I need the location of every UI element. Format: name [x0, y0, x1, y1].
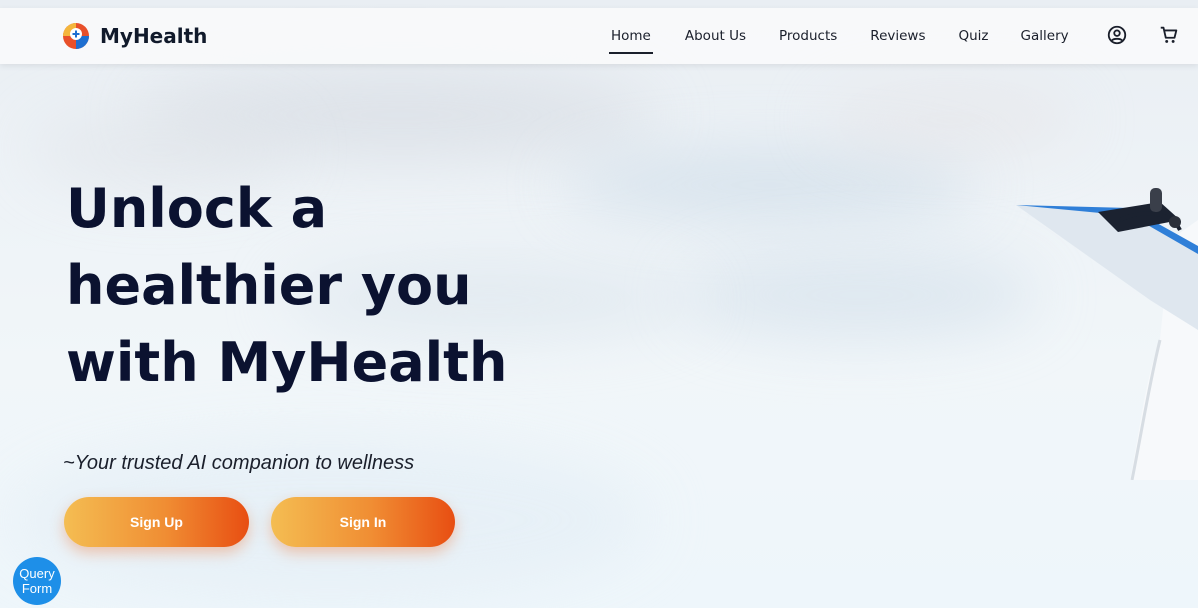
nav-products[interactable]: Products	[779, 22, 837, 50]
hero-title-line: healthier you	[66, 254, 472, 317]
nav-quiz[interactable]: Quiz	[959, 22, 989, 50]
hero-title-line: Unlock a	[66, 177, 328, 240]
top-navbar: MyHealth Home About Us Products Reviews …	[0, 8, 1198, 64]
nav-about-us[interactable]: About Us	[685, 22, 746, 50]
shopping-cart-icon[interactable]	[1158, 24, 1180, 46]
landing-page: MyHealth Home About Us Products Reviews …	[0, 0, 1198, 608]
doctor-clipboard-illustration	[1016, 188, 1198, 480]
hero-tagline: ~Your trusted AI companion to wellness	[63, 452, 415, 474]
myhealth-logo-icon	[63, 23, 89, 49]
main-nav: Home About Us Products Reviews Quiz Gall…	[600, 8, 1069, 64]
nav-home[interactable]: Home	[609, 22, 653, 54]
nav-gallery[interactable]: Gallery	[1021, 22, 1069, 50]
background-blur	[560, 150, 980, 220]
sign-up-button[interactable]: Sign Up	[64, 497, 249, 547]
hero-title: Unlock a healthier you with MyHealth	[66, 170, 586, 401]
query-form-button[interactable]: Query Form	[13, 557, 61, 605]
background-blur	[820, 90, 1080, 150]
sign-in-button[interactable]: Sign In	[271, 497, 455, 547]
background-blur	[680, 250, 1040, 340]
nav-reviews[interactable]: Reviews	[870, 22, 925, 50]
brand[interactable]: MyHealth	[62, 22, 207, 50]
hero-title-line: with MyHealth	[66, 331, 508, 394]
account-circle-icon[interactable]	[1106, 24, 1128, 46]
brand-name: MyHealth	[100, 24, 208, 48]
